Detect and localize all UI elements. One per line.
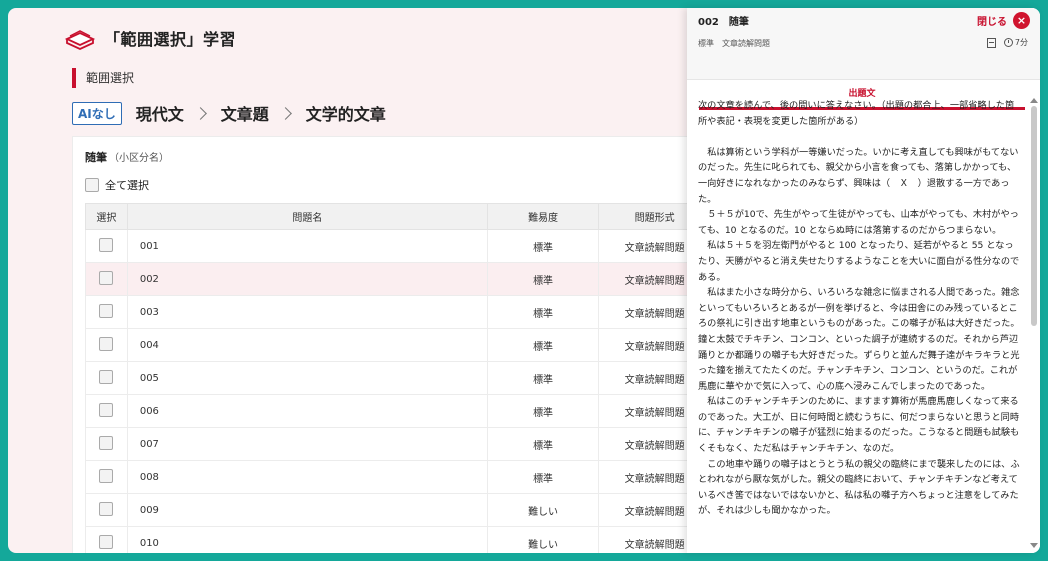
row-checkbox[interactable] <box>99 468 114 483</box>
breadcrumb-item-3[interactable]: 文学的文章 <box>306 101 386 125</box>
table-row[interactable]: 007 標準 文章読解問題 <box>85 427 711 461</box>
select-all-checkbox[interactable] <box>85 178 99 192</box>
category-subtitle: （小区分名） <box>109 153 169 164</box>
drawer-header: 002 随筆 標準 文章読解問題 閉じる × 7分 <box>687 8 1040 80</box>
table-body: 001 標準 文章読解問題 002 標準 文章読解問題 003 標準 文章読解問題 004 標準 文章… <box>85 229 711 553</box>
row-select-cell <box>85 295 128 329</box>
select-all-toggle[interactable]: 全て選択 <box>85 177 149 193</box>
column-header-difficulty[interactable]: 難易度 <box>486 203 600 230</box>
problem-difficulty: 標準 <box>486 361 600 395</box>
problem-name[interactable]: 006 <box>126 394 488 428</box>
problem-name[interactable]: 008 <box>126 460 488 494</box>
row-select-cell <box>85 394 128 428</box>
problem-name[interactable]: 002 <box>126 262 488 296</box>
problem-difficulty: 標準 <box>486 427 600 461</box>
breadcrumb-item-2[interactable]: 文章題 <box>221 101 269 125</box>
passage-paragraph: 私は算術という学科が一等嫌いだった。いかに考え直しても興味がもてないのだった。先… <box>698 146 1019 205</box>
chevron-right-icon <box>278 106 292 120</box>
problem-difficulty: 標準 <box>486 262 600 296</box>
problem-name[interactable]: 003 <box>126 295 488 329</box>
row-checkbox[interactable] <box>99 501 114 516</box>
column-header-name[interactable]: 問題名 <box>126 203 488 230</box>
table-row[interactable]: 003 標準 文章読解問題 <box>85 295 711 329</box>
table-row[interactable]: 005 標準 文章読解問題 <box>85 361 711 395</box>
problem-difficulty: 標準 <box>486 394 600 428</box>
row-checkbox[interactable] <box>99 336 114 351</box>
problem-name[interactable]: 009 <box>126 493 488 527</box>
document-icon[interactable] <box>986 37 996 48</box>
row-select-cell <box>85 361 128 395</box>
passage-paragraph: この地車や踊りの囃子はとうとう私の親父の臨終にまで襲来したのには、ふとわれながら… <box>698 458 1020 517</box>
problem-preview-drawer: 002 随筆 標準 文章読解問題 閉じる × 7分 出題文 次の文章を読んで、後… <box>687 8 1040 553</box>
page-header: 「範囲選択」学習 <box>64 24 236 52</box>
problem-difficulty: 標準 <box>486 295 600 329</box>
close-button[interactable]: 閉じる × <box>977 12 1030 29</box>
passage-instructions: 次の文章を読んで、後の問いに答えなさい。（出題の都合上、一部省略した箇所や表記・… <box>698 100 1015 127</box>
section-label: 範囲選択 <box>72 68 134 88</box>
problem-name[interactable]: 005 <box>126 361 488 395</box>
row-checkbox[interactable] <box>99 435 114 450</box>
row-checkbox[interactable] <box>99 534 114 549</box>
row-select-cell <box>85 229 128 263</box>
card-title: 随筆 （小区分名） <box>85 149 169 165</box>
passage-text: 次の文章を読んで、後の問いに答えなさい。（出題の都合上、一部省略した箇所や表記・… <box>698 98 1022 548</box>
row-select-cell <box>85 460 128 494</box>
book-icon <box>64 30 96 50</box>
problem-difficulty: 難しい <box>486 493 600 527</box>
chevron-right-icon <box>193 106 207 120</box>
ai-badge: AIなし <box>72 101 122 125</box>
table-row[interactable]: 009 難しい 文章読解問題 <box>85 493 711 527</box>
column-header-select: 選択 <box>85 203 128 230</box>
clock-icon <box>1003 38 1013 47</box>
scroll-up-icon[interactable] <box>1030 98 1038 103</box>
problem-name[interactable]: 007 <box>126 427 488 461</box>
problem-difficulty: 難しい <box>486 526 600 553</box>
category-name: 随筆 <box>85 151 107 164</box>
time-estimate: 7分 <box>1014 38 1028 47</box>
table-row[interactable]: 002 標準 文章読解問題 <box>85 262 711 296</box>
passage-body: 私は算術という学科が一等嫌いだった。いかに考え直しても興味がもてないのだった。先… <box>698 145 1022 519</box>
table-row[interactable]: 004 標準 文章読解問題 <box>85 328 711 362</box>
row-select-cell <box>85 493 128 527</box>
table-row[interactable]: 010 難しい 文章読解問題 <box>85 526 711 553</box>
row-select-cell <box>85 427 128 461</box>
table-row[interactable]: 006 標準 文章読解問題 <box>85 394 711 428</box>
row-select-cell <box>85 328 128 362</box>
drawer-meta-icons: 7分 <box>986 37 1028 48</box>
problem-difficulty: 標準 <box>486 229 600 263</box>
drawer-subtitle: 標準 文章読解問題 <box>698 39 770 48</box>
passage-scrollbar[interactable] <box>1030 98 1038 548</box>
row-select-cell <box>85 526 128 553</box>
problem-name[interactable]: 010 <box>126 526 488 553</box>
close-icon[interactable]: × <box>1013 12 1030 29</box>
breadcrumb-item-1[interactable]: 現代文 <box>136 101 184 125</box>
row-checkbox[interactable] <box>99 303 114 318</box>
row-checkbox[interactable] <box>99 402 114 417</box>
problem-table: 選択 問題名 難易度 問題形式 001 標準 文章読解問題 002 標準 文章読解問題 00… <box>85 203 711 553</box>
passage-paragraph: 私はこのチャンチキチンのために、ますます算術が馬鹿馬鹿しくなって来るのであった。… <box>698 396 1020 455</box>
page-title: 「範囲選択」学習 <box>104 30 237 49</box>
passage-paragraph: 私は５＋５を羽左衛門がやると 100 となったり、延若がやると 55 となったり… <box>698 240 1020 283</box>
table-row[interactable]: 001 標準 文章読解問題 <box>85 229 711 263</box>
drawer-title: 002 随筆 <box>698 17 749 28</box>
row-checkbox[interactable] <box>99 270 114 285</box>
scroll-down-icon[interactable] <box>1030 543 1038 548</box>
breadcrumb: AIなし 現代文 文章題 文学的文章 <box>72 100 386 126</box>
scrollbar-thumb[interactable] <box>1031 106 1037 326</box>
passage-paragraph: ５＋５が10で、先生がやって生徒がやっても、山本がやっても、木村がやっても、10… <box>698 209 1019 236</box>
select-all-label: 全て選択 <box>105 179 149 192</box>
problem-difficulty: 標準 <box>486 460 600 494</box>
problem-list-card: 随筆 （小区分名） 全て選択 選択 問題名 難易度 問題形式 001 標準 文章読解問… <box>72 136 712 553</box>
passage-paragraph: 私はまた小さな時分から、いろいろな雑念に悩まされる人間であった。雑念といってもい… <box>698 287 1020 392</box>
close-label: 閉じる <box>977 17 1007 28</box>
table-row[interactable]: 008 標準 文章読解問題 <box>85 460 711 494</box>
problem-difficulty: 標準 <box>486 328 600 362</box>
table-header-row: 選択 問題名 難易度 問題形式 <box>85 203 711 230</box>
row-checkbox[interactable] <box>99 369 114 384</box>
row-select-cell <box>85 262 128 296</box>
problem-name[interactable]: 001 <box>126 229 488 263</box>
problem-name[interactable]: 004 <box>126 328 488 362</box>
row-checkbox[interactable] <box>99 237 114 252</box>
